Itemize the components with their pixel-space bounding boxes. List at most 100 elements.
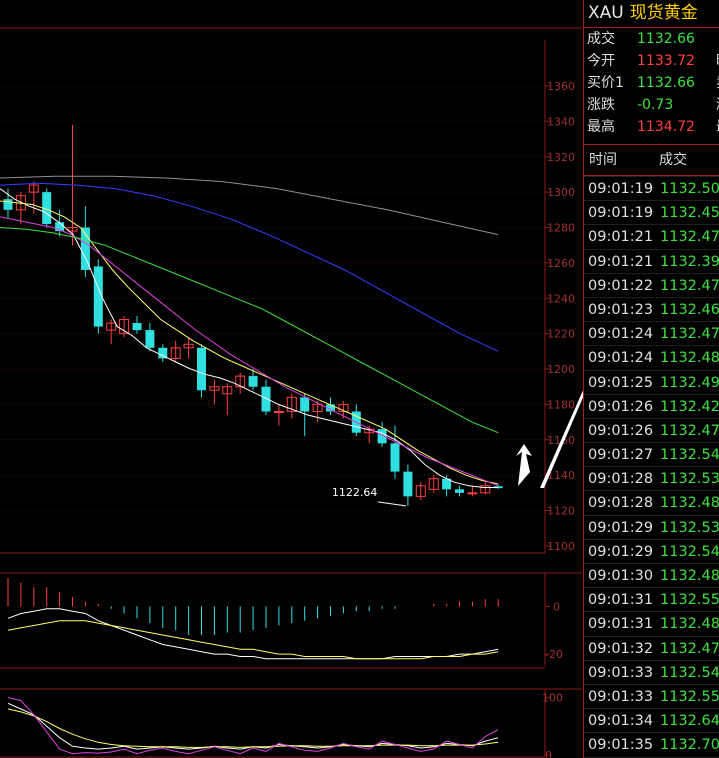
tick-price: 1132.50 — [660, 181, 719, 197]
tick-row[interactable]: 09:01:27 1132.54 — [584, 442, 719, 466]
candle-body-down — [455, 489, 464, 493]
price-tick-label: 1240 — [547, 292, 575, 305]
candlestick-chart[interactable]: 1360 1340 1320 1300 1280 1260 1240 1220 1200 1180… — [0, 0, 583, 758]
quote-label: 买价1 — [587, 75, 624, 91]
low-annotation-leader — [377, 501, 406, 507]
tick-time: 09:01:27 — [588, 447, 654, 464]
price-tick-label: 1300 — [547, 186, 575, 199]
kdj-tick-label: 0 — [545, 749, 552, 758]
tick-row[interactable]: 09:01:34 1132.64 — [584, 708, 719, 732]
tick-row[interactable]: 09:01:33 1132.55 — [584, 683, 719, 708]
tick-row[interactable]: 09:01:28 1132.53 — [584, 466, 719, 490]
tick-time: 09:01:31 — [588, 592, 654, 609]
tick-time-header: 时间 — [589, 152, 617, 168]
quote-label: 涨跌 — [587, 97, 615, 113]
tick-price: 1132.48 — [660, 616, 719, 633]
tick-row[interactable]: 09:01:25 1132.49 — [584, 369, 719, 394]
tick-price: 1132.42 — [660, 398, 719, 415]
quote-summary: 成交1132.66今开1133.72时买价11132.66卖涨跌-0.73涨最高… — [584, 28, 719, 145]
tick-time: 09:01:29 — [588, 543, 654, 560]
tick-time: 09:01:31 — [588, 616, 654, 633]
tick-list[interactable]: 09:01:19 1132.50 09:01:19 1132.45 09:01:21 11… — [584, 176, 719, 758]
tick-time: 09:01:24 — [588, 350, 654, 367]
candle-body-down — [403, 471, 413, 497]
price-tick-label: 1360 — [547, 80, 575, 93]
quote-row: 最高1134.72最 — [584, 116, 719, 138]
tick-price: 1132.64 — [660, 713, 719, 730]
quote-panel: XAU现货黄金 成交1132.66今开1133.72时买价11132.66卖涨跌… — [583, 0, 719, 758]
candle-body-down — [261, 386, 271, 412]
tick-price: 1132.48 — [660, 495, 719, 512]
quote-row: 涨跌-0.73涨 — [584, 94, 719, 116]
tick-row[interactable]: 09:01:21 1132.47 — [584, 224, 719, 248]
tick-price: 1132.48 — [660, 568, 719, 584]
tick-table-header: 时间 成交 — [584, 145, 719, 176]
candle-body-down — [145, 330, 155, 348]
tick-row[interactable]: 09:01:32 1132.47 — [584, 635, 719, 660]
tick-time: 09:01:21 — [588, 253, 654, 270]
candle-body-down — [300, 397, 310, 412]
tick-row[interactable]: 09:01:24 1132.47 — [584, 321, 719, 345]
quote-row: 成交 1132.66 — [584, 28, 719, 50]
tick-time: 09:01:21 — [588, 229, 654, 246]
tick-row[interactable]: 09:01:30 1132.48 — [584, 563, 719, 587]
tick-price: 1132.47 — [660, 640, 719, 657]
instrument-header[interactable]: XAU 现货黄金 — [584, 0, 719, 28]
tick-row[interactable]: 09:01:31 1132.55 — [584, 587, 719, 611]
tick-price: 1132.46 — [660, 301, 719, 318]
quote-value: 1132.66 — [637, 31, 695, 47]
kdj-k-line — [7, 702, 499, 750]
tick-price: 1132.47 — [660, 422, 719, 439]
quote-label: 成交 — [587, 31, 615, 47]
kdj-d-line — [7, 708, 499, 748]
tick-price: 1132.47 — [660, 326, 719, 343]
price-tick-label: 1260 — [547, 257, 575, 270]
candle-body-up — [467, 492, 478, 495]
price-tick-label: 1320 — [547, 151, 575, 164]
tick-row[interactable]: 09:01:22 1132.47 — [584, 272, 719, 297]
quote-label: 今开 — [587, 53, 615, 69]
quote-label: 最高 — [587, 119, 615, 135]
price-tick-label: 1340 — [547, 115, 575, 128]
tick-time: 09:01:26 — [588, 422, 654, 439]
ma30-line — [0, 227, 499, 434]
quote-row: 今开1133.72时 — [584, 50, 719, 72]
tick-price: 1132.55 — [660, 592, 719, 609]
ma60-line — [0, 182, 499, 352]
tick-row[interactable]: 09:01:23 1132.46 — [584, 296, 719, 321]
tick-time: 09:01:22 — [588, 277, 654, 294]
ma20-line — [0, 216, 499, 487]
tick-price: 1132.53 — [660, 471, 719, 488]
candle-body-up — [273, 410, 284, 413]
tick-row[interactable]: 09:01:29 1132.53 — [584, 514, 719, 539]
candle-body-down — [248, 376, 258, 387]
tick-price-header: 成交 — [659, 152, 687, 168]
tick-time: 09:01:19 — [588, 205, 654, 222]
quote-value: 1134.72 — [637, 119, 695, 135]
tick-row[interactable]: 09:01:28 1132.48 — [584, 490, 719, 514]
tick-row[interactable]: 09:01:26 1132.42 — [584, 393, 719, 418]
tick-row[interactable]: 09:01:26 1132.47 — [584, 417, 719, 442]
tick-time: 09:01:32 — [588, 640, 654, 657]
price-tick-label: 1200 — [547, 363, 575, 376]
candle-body-down — [3, 199, 13, 210]
low-annotation-label: 1122.64 — [332, 486, 378, 499]
tick-row[interactable]: 09:01:29 1132.54 — [584, 538, 719, 563]
tick-row[interactable]: 09:01:31 1132.48 — [584, 611, 719, 635]
tick-price: 1132.48 — [660, 350, 719, 367]
instrument-name: 现货黄金 — [629, 3, 698, 23]
tick-row[interactable]: 09:01:33 1132.54 — [584, 659, 719, 684]
quote-value: 1133.72 — [637, 53, 695, 69]
tick-row[interactable]: 09:01:24 1132.48 — [584, 345, 719, 369]
tick-row[interactable]: 09:01:19 1132.45 — [584, 200, 719, 224]
tick-row[interactable]: 09:01:19 1132.50 — [584, 176, 719, 200]
tick-row[interactable]: 09:01:35 1132.70 — [584, 732, 719, 756]
kdj-tick-label: 100 — [542, 692, 563, 705]
candle-body-down — [132, 323, 142, 331]
price-tick-label: 1180 — [547, 398, 575, 411]
tick-row[interactable]: 09:01:21 1132.39 — [584, 248, 719, 273]
tick-time: 09:01:19 — [588, 181, 654, 197]
ma10-line — [0, 200, 499, 485]
quote-row: 买价11132.66卖 — [584, 72, 719, 94]
tick-time: 09:01:29 — [588, 519, 654, 536]
